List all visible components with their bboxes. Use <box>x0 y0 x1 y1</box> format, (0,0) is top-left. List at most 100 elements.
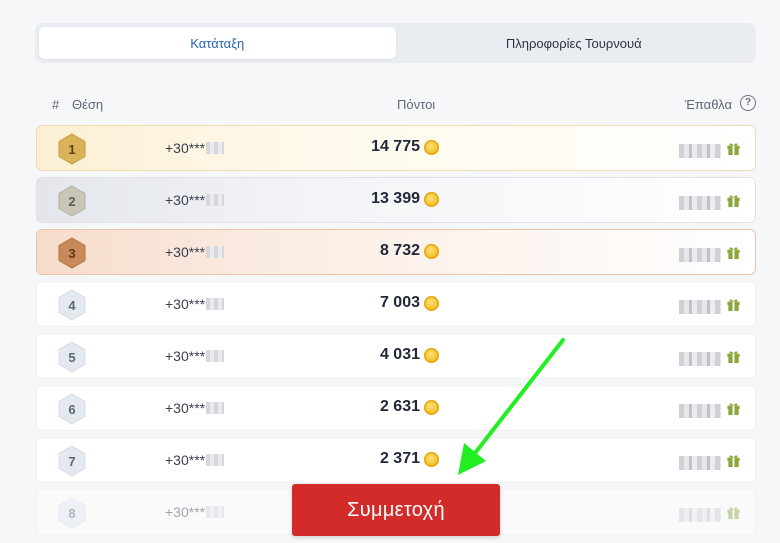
player-prize <box>679 349 741 369</box>
masked-prize <box>679 196 721 210</box>
player-prize <box>679 297 741 317</box>
tab-tournament-info[interactable]: Πληροφορίες Τουρνουά <box>396 27 753 59</box>
header-hash: # <box>52 96 60 112</box>
phone-prefix: +30*** <box>165 400 206 416</box>
coin-icon <box>424 347 439 363</box>
leaderboard-row: 7 +30*** 2 371 <box>36 437 756 483</box>
player-phone: +30*** <box>165 452 225 468</box>
player-points: 13 399 <box>371 190 439 208</box>
player-phone: +30*** <box>165 504 225 520</box>
header-prize: Έπαθλα <box>684 96 732 112</box>
leaderboard-row: 4 +30*** 7 003 <box>36 281 756 327</box>
masked-prize <box>679 352 721 366</box>
rank-hexagon-icon: 3 <box>58 237 86 269</box>
player-phone: +30*** <box>165 192 225 208</box>
player-points: 2 631 <box>380 398 439 416</box>
points-value: 4 031 <box>379 346 420 363</box>
masked-digits <box>206 506 225 518</box>
leaderboard-header: # Θέση Πόντοι Έπαθλα ? <box>52 92 756 116</box>
player-points: 8 732 <box>380 242 439 260</box>
gift-icon <box>726 141 741 161</box>
masked-digits <box>206 194 225 206</box>
masked-digits <box>206 246 225 258</box>
help-icon[interactable]: ? <box>740 95 756 111</box>
points-value: 8 732 <box>379 242 420 259</box>
player-points: 2 371 <box>380 450 439 468</box>
leaderboard-list: 1 +30*** 14 775 2 +30*** 13 399 3 +30***… <box>36 125 756 541</box>
rank-hexagon-icon: 5 <box>58 341 86 373</box>
masked-prize <box>679 144 721 158</box>
player-prize <box>679 193 741 213</box>
rank-number: 6 <box>68 401 76 417</box>
phone-prefix: +30*** <box>165 140 206 156</box>
player-phone: +30*** <box>165 348 225 364</box>
points-value: 2 371 <box>379 450 420 467</box>
coin-icon <box>424 243 439 259</box>
masked-digits <box>206 454 225 466</box>
rank-number: 2 <box>68 193 76 209</box>
rank-hexagon-icon: 6 <box>58 393 86 425</box>
rank-number: 1 <box>68 141 76 157</box>
player-points: 7 003 <box>380 294 439 312</box>
player-phone: +30*** <box>165 244 225 260</box>
rank-hexagon-icon: 1 <box>58 133 86 165</box>
phone-prefix: +30*** <box>165 192 206 208</box>
phone-prefix: +30*** <box>165 348 206 364</box>
rank-number: 5 <box>68 349 76 365</box>
header-position: Θέση <box>72 96 104 112</box>
points-value: 2 631 <box>379 398 420 415</box>
leaderboard-row: 3 +30*** 8 732 <box>36 229 756 275</box>
coin-icon <box>424 451 439 467</box>
masked-digits <box>206 142 225 154</box>
gift-icon <box>726 245 741 265</box>
player-points: 14 775 <box>371 138 439 156</box>
rank-number: 3 <box>68 245 76 261</box>
gift-icon <box>726 453 741 473</box>
player-points: 4 031 <box>380 346 439 364</box>
masked-prize <box>679 456 721 470</box>
points-value: 7 003 <box>379 294 420 311</box>
gift-icon <box>726 349 741 369</box>
points-value: 13 399 <box>371 190 420 207</box>
rank-hexagon-icon: 8 <box>58 497 86 529</box>
player-phone: +30*** <box>165 140 225 156</box>
leaderboard-row: 2 +30*** 13 399 <box>36 177 756 223</box>
player-prize <box>679 453 741 473</box>
header-points: Πόντοι <box>397 96 436 112</box>
masked-prize <box>679 404 721 418</box>
leaderboard-row: 1 +30*** 14 775 <box>36 125 756 171</box>
masked-digits <box>206 350 225 362</box>
rank-number: 8 <box>68 505 76 521</box>
coin-icon <box>424 139 439 155</box>
phone-prefix: +30*** <box>165 504 206 520</box>
coin-icon <box>424 191 439 207</box>
player-phone: +30*** <box>165 296 225 312</box>
tab-bar: Κατάταξη Πληροφορίες Τουρνουά <box>35 23 756 63</box>
gift-icon <box>726 505 741 525</box>
player-prize <box>679 141 741 161</box>
coin-icon <box>424 399 439 415</box>
gift-icon <box>726 401 741 421</box>
masked-digits <box>206 298 225 310</box>
masked-digits <box>206 402 225 414</box>
coin-icon <box>424 295 439 311</box>
masked-prize <box>679 248 721 262</box>
rank-number: 4 <box>68 297 76 313</box>
phone-prefix: +30*** <box>165 452 206 468</box>
tab-ranking[interactable]: Κατάταξη <box>39 27 396 59</box>
rank-hexagon-icon: 7 <box>58 445 86 477</box>
points-value: 14 775 <box>371 138 420 155</box>
gift-icon <box>726 193 741 213</box>
masked-prize <box>679 508 721 522</box>
phone-prefix: +30*** <box>165 296 206 312</box>
phone-prefix: +30*** <box>165 244 206 260</box>
gift-icon <box>726 297 741 317</box>
player-phone: +30*** <box>165 400 225 416</box>
masked-prize <box>679 300 721 314</box>
player-prize <box>679 245 741 265</box>
leaderboard-row: 6 +30*** 2 631 <box>36 385 756 431</box>
player-prize <box>679 505 741 525</box>
rank-hexagon-icon: 4 <box>58 289 86 321</box>
annotation-arrow <box>458 338 565 475</box>
join-button[interactable]: Συμμετοχή <box>292 484 500 536</box>
